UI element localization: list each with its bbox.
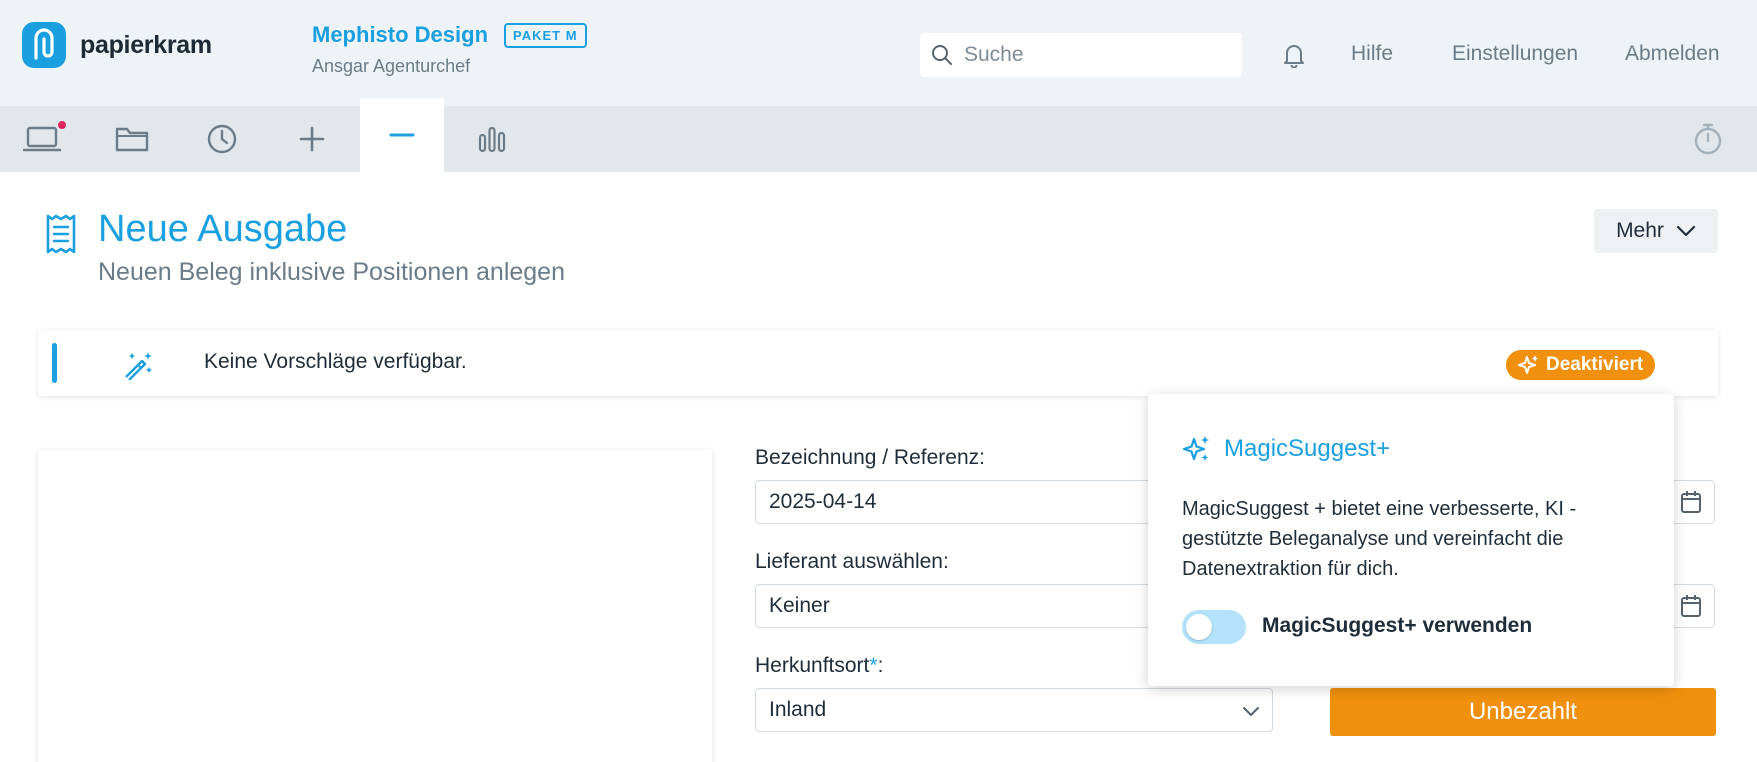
company-name[interactable]: Mephisto Design (312, 22, 488, 48)
tool-time[interactable] (180, 106, 264, 172)
clock-icon (207, 124, 237, 154)
page-title: Neue Ausgabe (98, 208, 348, 250)
magicsuggest-status-badge[interactable]: Deaktiviert (1506, 350, 1656, 380)
supplier-label: Lieferant auswählen: (755, 550, 949, 573)
popover-header: MagicSuggest+ (1182, 434, 1390, 464)
origin-value: Inland (769, 698, 827, 721)
origin-label-colon: : (877, 654, 884, 677)
reference-label: Bezeichnung / Referenz: (755, 446, 985, 469)
tool-reports[interactable] (450, 106, 534, 172)
sparkles-icon (1518, 355, 1539, 374)
status-badge-label: Deaktiviert (1546, 354, 1644, 375)
popover-title: MagicSuggest+ (1224, 435, 1391, 462)
magicsuggest-popover: MagicSuggest+ MagicSuggest + bietet eine… (1148, 394, 1674, 686)
bar-chart-icon (478, 126, 506, 153)
company-user: Ansgar Agenturchef (312, 56, 471, 76)
suggestion-text: Keine Vorschläge verfügbar. (204, 350, 467, 373)
calendar-icon[interactable] (1680, 490, 1702, 514)
tool-dashboard[interactable] (0, 106, 84, 172)
required-marker: * (869, 654, 878, 677)
company-info: Mephisto Design PAKET M Ansgar Agenturch… (312, 22, 587, 77)
receipt-icon (46, 214, 76, 254)
calendar-icon[interactable] (1680, 594, 1702, 618)
more-button[interactable]: Mehr (1594, 209, 1718, 253)
suggestion-accent (52, 343, 57, 383)
logout-link[interactable]: Abmelden (1625, 42, 1720, 66)
tool-expenses[interactable] (360, 98, 444, 172)
toggle-knob (1186, 614, 1212, 640)
tool-income[interactable] (270, 106, 354, 172)
tool-timer[interactable] (1666, 106, 1750, 172)
plus-icon (299, 126, 325, 152)
supplier-value: Keiner (769, 594, 830, 617)
app-header: papierkram Mephisto Design PAKET M Ansga… (0, 0, 1757, 106)
settings-link[interactable]: Einstellungen (1452, 42, 1578, 66)
search-icon (932, 45, 952, 65)
folder-icon (115, 127, 149, 152)
laptop-icon (23, 126, 61, 152)
toggle-label: MagicSuggest+ verwenden (1262, 614, 1533, 637)
sparkles-icon (1182, 436, 1209, 461)
chevron-down-icon (1243, 707, 1259, 716)
origin-select[interactable]: Inland (755, 688, 1273, 732)
payment-status-button[interactable]: Unbezahlt (1330, 688, 1716, 736)
suggestion-bar: Keine Vorschläge verfügbar. Deaktiviert (38, 330, 1718, 396)
magicsuggest-toggle[interactable] (1182, 610, 1246, 644)
search-input[interactable] (964, 43, 1224, 67)
more-button-label: Mehr (1616, 219, 1664, 242)
stopwatch-icon (1694, 123, 1722, 155)
main-toolbar (0, 98, 1757, 172)
popover-description: MagicSuggest + bietet eine verbesserte, … (1182, 498, 1577, 580)
brand-name: papierkram (80, 30, 212, 59)
page-subtitle: Neuen Beleg inklusive Positionen anlegen (98, 258, 565, 286)
minus-icon (389, 133, 415, 137)
document-preview-panel[interactable] (38, 450, 712, 762)
tool-documents[interactable] (90, 106, 174, 172)
bell-icon[interactable] (1282, 42, 1306, 68)
notification-dot (58, 121, 66, 129)
origin-label: Herkunftsort*: (755, 654, 883, 678)
origin-label-text: Herkunftsort (755, 654, 870, 677)
package-badge[interactable]: PAKET M (504, 22, 587, 48)
paperclip-logo-icon (22, 22, 66, 68)
help-link[interactable]: Hilfe (1351, 42, 1393, 66)
chevron-down-icon (1676, 225, 1696, 237)
brand-logo[interactable]: papierkram (22, 22, 212, 68)
reference-value: 2025-04-14 (769, 490, 877, 513)
magic-wand-icon (125, 352, 152, 380)
search-box[interactable] (920, 33, 1242, 77)
